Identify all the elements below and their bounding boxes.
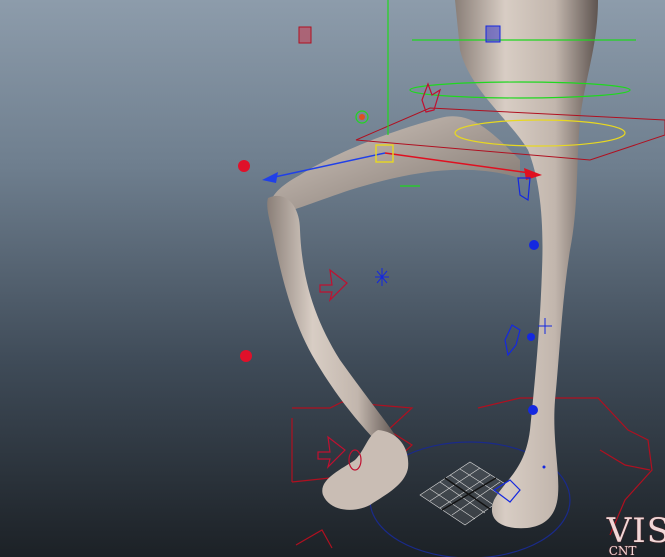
left-thigh[interactable] [270,116,520,215]
ik-handle-marker[interactable] [528,405,538,415]
ik-handle-marker[interactable] [542,465,546,469]
ik-handle-marker[interactable] [527,333,535,341]
pole-vector-marker[interactable] [240,350,252,362]
target-icon[interactable] [355,110,369,124]
star-marker [375,268,552,334]
clavicle-control-red[interactable] [298,26,312,44]
ik-handle-marker[interactable] [529,240,539,250]
3d-viewport[interactable]: VIS CNT [0,0,665,557]
left-shin[interactable] [267,195,397,446]
vis-control-label[interactable]: VIS CNT [606,510,665,557]
vis-label-line1: VIS [606,510,665,551]
scene-canvas[interactable] [0,0,665,557]
clavicle-control-blue[interactable] [485,25,501,43]
right-leg[interactable] [455,0,598,529]
pole-vector-marker[interactable] [238,160,250,172]
